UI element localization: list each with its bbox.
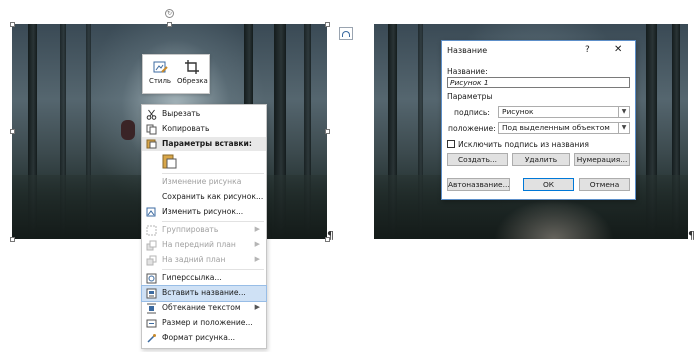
paste-keep-format-button[interactable] — [161, 153, 178, 170]
menu-item-edit-picture: Изменение рисунка — [142, 175, 266, 190]
copy-icon — [146, 124, 157, 135]
insert-caption-icon — [146, 288, 157, 299]
close-button[interactable]: ✕ — [614, 44, 622, 55]
menu-item-insert-caption[interactable]: Вставить название... — [141, 285, 267, 302]
menu-item-label: Вставить название... — [162, 288, 246, 297]
menu-item-send-backward: На задний план ▶ — [142, 253, 266, 268]
menu-item-label: Параметры вставки: — [162, 139, 252, 148]
caption-dialog: Название ? ✕ Название: Рисунок 1 Парамет… — [441, 40, 636, 200]
position-field-label: положение: — [448, 124, 496, 133]
label-select-value: Рисунок — [502, 107, 534, 116]
menu-item-label: Изменение рисунка — [162, 177, 242, 186]
menu-item-label: Формат рисунка... — [162, 333, 236, 342]
style-label: Стиль — [148, 77, 172, 85]
label-select[interactable]: Рисунок ▼ — [498, 106, 630, 118]
resize-handle-mr[interactable] — [325, 129, 330, 134]
submenu-arrow-icon: ▶ — [254, 255, 260, 263]
resize-handle-tl[interactable] — [10, 22, 15, 27]
help-button[interactable]: ? — [585, 45, 590, 55]
menu-item-label: На передний план — [162, 240, 236, 249]
bring-forward-icon — [146, 240, 157, 251]
submenu-arrow-icon: ▶ — [254, 240, 260, 248]
menu-item-label: Вырезать — [162, 109, 201, 118]
menu-item-save-as-picture[interactable]: Сохранить как рисунок... — [142, 190, 266, 205]
menu-item-copy[interactable]: Копировать — [142, 122, 266, 137]
submenu-arrow-icon: ▶ — [254, 303, 260, 311]
paste-options-header: Параметры вставки: — [142, 137, 266, 151]
wrap-text-icon — [147, 303, 156, 314]
params-label: Параметры — [447, 92, 493, 101]
exclude-label-checkbox[interactable] — [447, 140, 455, 148]
dialog-title: Название — [447, 46, 488, 55]
paragraph-mark: ¶ — [688, 229, 695, 242]
label-field-label: подпись: — [454, 108, 490, 117]
menu-item-label: На задний план — [162, 255, 226, 264]
menu-item-label: Группировать — [162, 225, 219, 234]
resize-handle-bl[interactable] — [10, 237, 15, 242]
numbering-button[interactable]: Нумерация... — [574, 153, 630, 166]
menu-item-cut[interactable]: Вырезать — [142, 107, 266, 122]
position-select-value: Под выделенным объектом — [502, 123, 610, 132]
layout-options-icon[interactable] — [339, 27, 353, 40]
crop-label: Обрезка — [177, 77, 208, 85]
forest-path — [494, 199, 614, 239]
autocaption-button[interactable]: Автоназвание... — [447, 178, 510, 191]
send-backward-icon — [146, 255, 157, 266]
menu-item-label: Размер и положение... — [162, 318, 253, 327]
menu-separator — [162, 173, 264, 174]
hyperlink-icon — [146, 273, 157, 284]
group-icon — [146, 225, 157, 236]
cancel-button[interactable]: Отмена — [579, 178, 630, 191]
resize-handle-tm[interactable] — [167, 22, 172, 27]
paste-picture-icon — [162, 154, 177, 169]
menu-item-label: Обтекание текстом — [162, 303, 241, 312]
menu-item-wrap-text[interactable]: Обтекание текстом ▶ — [142, 301, 266, 316]
menu-item-format-picture[interactable]: Формат рисунка... — [142, 331, 266, 346]
crop-icon — [185, 60, 199, 74]
chevron-down-icon: ▼ — [618, 123, 629, 133]
menu-separator — [162, 269, 264, 270]
crop-button[interactable]: Обрезка — [177, 57, 208, 91]
ok-button[interactable]: ОК — [523, 178, 574, 191]
menu-item-hyperlink[interactable]: Гиперссылка... — [142, 271, 266, 286]
paste-icon — [146, 139, 157, 149]
resize-handle-ml[interactable] — [10, 129, 15, 134]
menu-item-label: Изменить рисунок... — [162, 207, 244, 216]
menu-item-label: Гиперссылка... — [162, 273, 222, 282]
style-icon — [153, 61, 168, 73]
menu-item-change-picture[interactable]: Изменить рисунок... — [142, 205, 266, 220]
delete-label-button[interactable]: Удалить — [512, 153, 570, 166]
caption-label: Название: — [447, 67, 488, 76]
paragraph-mark: ¶ — [327, 229, 334, 242]
create-label-button[interactable]: Создать... — [447, 153, 508, 166]
menu-item-label: Копировать — [162, 124, 210, 133]
size-position-icon — [146, 319, 157, 328]
chevron-down-icon: ▼ — [618, 107, 629, 117]
scissors-icon — [146, 109, 157, 120]
submenu-arrow-icon: ▶ — [254, 225, 260, 233]
exclude-label-text: Исключить подпись из названия — [458, 140, 589, 149]
rotate-handle-icon[interactable]: ↻ — [165, 9, 174, 18]
mini-toolbar: Стиль Обрезка — [142, 54, 210, 94]
menu-item-bring-forward: На передний план ▶ — [142, 238, 266, 253]
caption-input[interactable]: Рисунок 1 — [447, 77, 630, 88]
context-menu: Вырезать Копировать Параметры вставки: И… — [141, 104, 267, 349]
menu-item-group: Группировать ▶ — [142, 223, 266, 238]
menu-separator — [162, 221, 264, 222]
figure-silhouette — [121, 120, 135, 140]
menu-item-size-position[interactable]: Размер и положение... — [142, 316, 266, 331]
menu-item-label: Сохранить как рисунок... — [162, 192, 264, 201]
position-select[interactable]: Под выделенным объектом ▼ — [498, 122, 630, 134]
resize-handle-tr[interactable] — [325, 22, 330, 27]
style-button[interactable]: Стиль — [145, 57, 175, 91]
change-picture-icon — [146, 207, 156, 217]
format-picture-icon — [147, 334, 156, 343]
